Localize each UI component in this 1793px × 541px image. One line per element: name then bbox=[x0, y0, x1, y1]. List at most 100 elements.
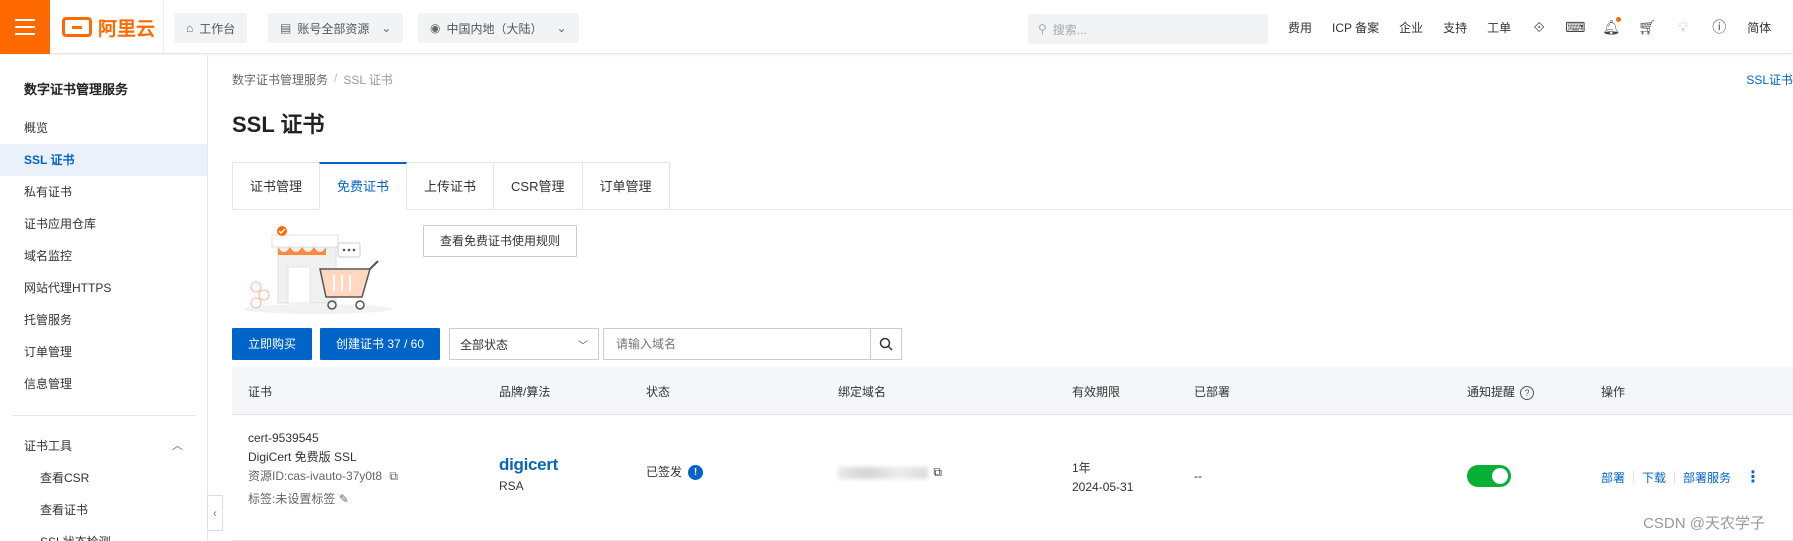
col-cert: 证书 bbox=[248, 385, 273, 399]
col-domain: 绑定域名 bbox=[838, 385, 887, 399]
table-row: cert-9539545 DigiCert 免费版 SSL 资源ID:cas-i… bbox=[232, 415, 1793, 541]
cart-icon[interactable]: 🛒︎ bbox=[1638, 19, 1656, 35]
sidebar-item-overview[interactable]: 概览 bbox=[0, 112, 207, 144]
code-icon[interactable]: ⟐ bbox=[1531, 19, 1547, 35]
tab-order-management[interactable]: 订单管理 bbox=[581, 162, 670, 210]
more-actions-icon[interactable]: ⋮ bbox=[1745, 467, 1761, 487]
download-link[interactable]: 下载 bbox=[1642, 469, 1666, 486]
help-icon[interactable]: ? bbox=[1520, 385, 1535, 400]
sidebar: 数字证书管理服务 概览 SSL 证书 私有证书 证书应用仓库 域名监控 网站代理… bbox=[0, 55, 208, 541]
nav-link-billing[interactable]: 费用 bbox=[1288, 19, 1312, 36]
sidebar-title: 数字证书管理服务 bbox=[24, 82, 129, 97]
sidebar-item-hosting[interactable]: 托管服务 bbox=[0, 304, 207, 336]
tab-upload-cert[interactable]: 上传证书 bbox=[406, 162, 495, 210]
col-brand: 品牌/算法 bbox=[499, 385, 551, 399]
status-filter-select[interactable]: 全部状态 ﹀ bbox=[449, 328, 599, 360]
search-icon: ⚲ bbox=[1038, 22, 1047, 36]
domain-search-button[interactable] bbox=[870, 328, 902, 360]
chevron-left-icon: ‹ bbox=[213, 506, 217, 520]
resource-id: 资源ID:cas-ivauto-37y0t8 ⧉ bbox=[248, 469, 398, 483]
chevron-down-icon: ⌄ bbox=[556, 21, 567, 35]
nav-link-enterprise[interactable]: 企业 bbox=[1399, 19, 1423, 36]
nav-link-icp[interactable]: ICP 备案 bbox=[1332, 19, 1379, 36]
sidebar-item-info[interactable]: 信息管理 bbox=[0, 368, 207, 400]
resources-dropdown[interactable]: ▤ 账号全部资源 ⌄ bbox=[268, 13, 404, 43]
algorithm: RSA bbox=[499, 479, 524, 493]
col-actions: 操作 bbox=[1601, 385, 1626, 399]
sidebar-item-view-csr[interactable]: 查看CSR bbox=[0, 462, 207, 494]
validity-period: 1年 bbox=[1072, 461, 1091, 475]
blurred-domain bbox=[838, 466, 928, 479]
top-bar: 阿里云 ⌂ 工作台 ▤ 账号全部资源 ⌄ ◉ 中国内地（大陆） ⌄ ⚲ 搜索..… bbox=[0, 0, 1793, 54]
chevron-down-icon: ⌄ bbox=[381, 21, 392, 35]
watermark: CSDN @天农学子 bbox=[1643, 515, 1765, 532]
row-actions: 部署 下载 部署服务 ⋮ bbox=[1601, 467, 1761, 487]
top-right-actions: 费用 ICP 备案 企业 支持 工单 ⟐ ⌨ 🔔︎ 🛒︎ 💡︎ ⓘ 简体 bbox=[1288, 0, 1771, 54]
sidebar-item-private-cert[interactable]: 私有证书 bbox=[0, 176, 207, 208]
brand-logo[interactable]: 阿里云 bbox=[62, 15, 156, 40]
tab-bar: 证书管理 免费证书 上传证书 CSR管理 订单管理 bbox=[232, 162, 670, 210]
sidebar-item-ssl-check[interactable]: SSL状态检测 bbox=[0, 526, 207, 541]
sidebar-item-cert-repo[interactable]: 证书应用仓库 bbox=[0, 208, 207, 240]
nav-link-ticket[interactable]: 工单 bbox=[1487, 19, 1511, 36]
digicert-logo: digicert bbox=[499, 455, 559, 474]
sidebar-item-ssl[interactable]: SSL 证书 bbox=[0, 144, 207, 176]
cert-tag[interactable]: 标签:未设置标签 ✎ bbox=[248, 490, 398, 509]
brand-name: 阿里云 bbox=[98, 18, 156, 40]
breadcrumb-item[interactable]: 数字证书管理服务 bbox=[232, 71, 328, 88]
global-search-input[interactable]: ⚲ 搜索... bbox=[1028, 14, 1268, 44]
deployed-cell: -- bbox=[1194, 469, 1202, 483]
sidebar-group-tools[interactable]: 证书工具 ︿ bbox=[0, 430, 207, 462]
status-text: 已签发 bbox=[646, 465, 683, 479]
copy-icon[interactable]: ⧉ bbox=[933, 465, 942, 479]
cert-type: DigiCert 免费版 SSL bbox=[248, 450, 357, 464]
buy-now-button[interactable]: 立即购买 bbox=[232, 328, 313, 360]
language-switch[interactable]: 简体 bbox=[1747, 19, 1771, 36]
edit-icon[interactable]: ✎ bbox=[339, 492, 349, 506]
col-deployed: 已部署 bbox=[1194, 385, 1231, 399]
expire-date: 2024-05-31 bbox=[1072, 480, 1134, 494]
tab-free-cert[interactable]: 免费证书 bbox=[319, 162, 408, 210]
region-dropdown[interactable]: ◉ 中国内地（大陆） ⌄ bbox=[418, 13, 579, 43]
lightbulb-icon[interactable]: 💡︎ bbox=[1675, 19, 1691, 35]
col-status: 状态 bbox=[646, 385, 671, 399]
col-validity: 有效期限 bbox=[1072, 385, 1121, 399]
workbench-button[interactable]: ⌂ 工作台 bbox=[174, 13, 248, 43]
resource-grid-icon: ▤ bbox=[280, 21, 292, 35]
location-pin-icon: ◉ bbox=[430, 21, 441, 35]
sidebar-item-domain-monitor[interactable]: 域名监控 bbox=[0, 240, 207, 272]
menu-icon[interactable] bbox=[0, 0, 50, 54]
notify-toggle[interactable] bbox=[1467, 465, 1511, 487]
status-cell: 已签发! bbox=[646, 463, 704, 481]
ssl-cert-link[interactable]: SSL证书 bbox=[1746, 71, 1793, 88]
help-icon[interactable]: ⓘ bbox=[1711, 19, 1727, 35]
domain-search-input[interactable] bbox=[603, 328, 871, 360]
validity-cell: 1年 2024-05-31 bbox=[1072, 459, 1133, 497]
breadcrumb-current: SSL 证书 bbox=[343, 73, 393, 87]
table-header: 证书 品牌/算法 状态 绑定域名 有效期限 已部署 通知提醒? 操作 bbox=[232, 367, 1793, 415]
deploy-link[interactable]: 部署 bbox=[1601, 469, 1625, 486]
info-icon[interactable]: ! bbox=[688, 465, 704, 481]
bell-icon[interactable]: 🔔︎ bbox=[1602, 17, 1622, 35]
breadcrumb: 数字证书管理服务 / SSL 证书 bbox=[232, 71, 393, 88]
tab-csr-management[interactable]: CSR管理 bbox=[493, 162, 583, 210]
domain-cell: ⧉ bbox=[838, 465, 942, 480]
deploy-service-link[interactable]: 部署服务 bbox=[1683, 469, 1731, 486]
sidebar-item-view-cert[interactable]: 查看证书 bbox=[0, 494, 207, 526]
search-icon bbox=[879, 337, 893, 351]
terminal-icon[interactable]: ⌨ bbox=[1565, 19, 1585, 35]
cert-info-cell: cert-9539545 DigiCert 免费版 SSL 资源ID:cas-i… bbox=[248, 429, 398, 509]
free-cert-rules-button[interactable]: 查看免费证书使用规则 bbox=[423, 225, 578, 257]
sidebar-item-https-proxy[interactable]: 网站代理HTTPS bbox=[0, 272, 207, 304]
page-title: SSL 证书 bbox=[232, 112, 325, 137]
sidebar-item-orders[interactable]: 订单管理 bbox=[0, 336, 207, 368]
shop-cart-illustration bbox=[244, 226, 392, 314]
tab-cert-management[interactable]: 证书管理 bbox=[232, 162, 321, 210]
nav-link-support[interactable]: 支持 bbox=[1443, 19, 1467, 36]
create-cert-button[interactable]: 创建证书 37 / 60 bbox=[320, 328, 441, 360]
copy-icon[interactable]: ⧉ bbox=[389, 469, 398, 483]
chevron-up-icon: ︿ bbox=[172, 440, 183, 452]
col-notify: 通知提醒? bbox=[1467, 383, 1535, 400]
sidebar-collapse-button[interactable]: ‹ bbox=[207, 495, 223, 531]
main-content: 数字证书管理服务 / SSL 证书 SSL证书 SSL 证书 证书管理 免费证书… bbox=[232, 55, 1793, 541]
